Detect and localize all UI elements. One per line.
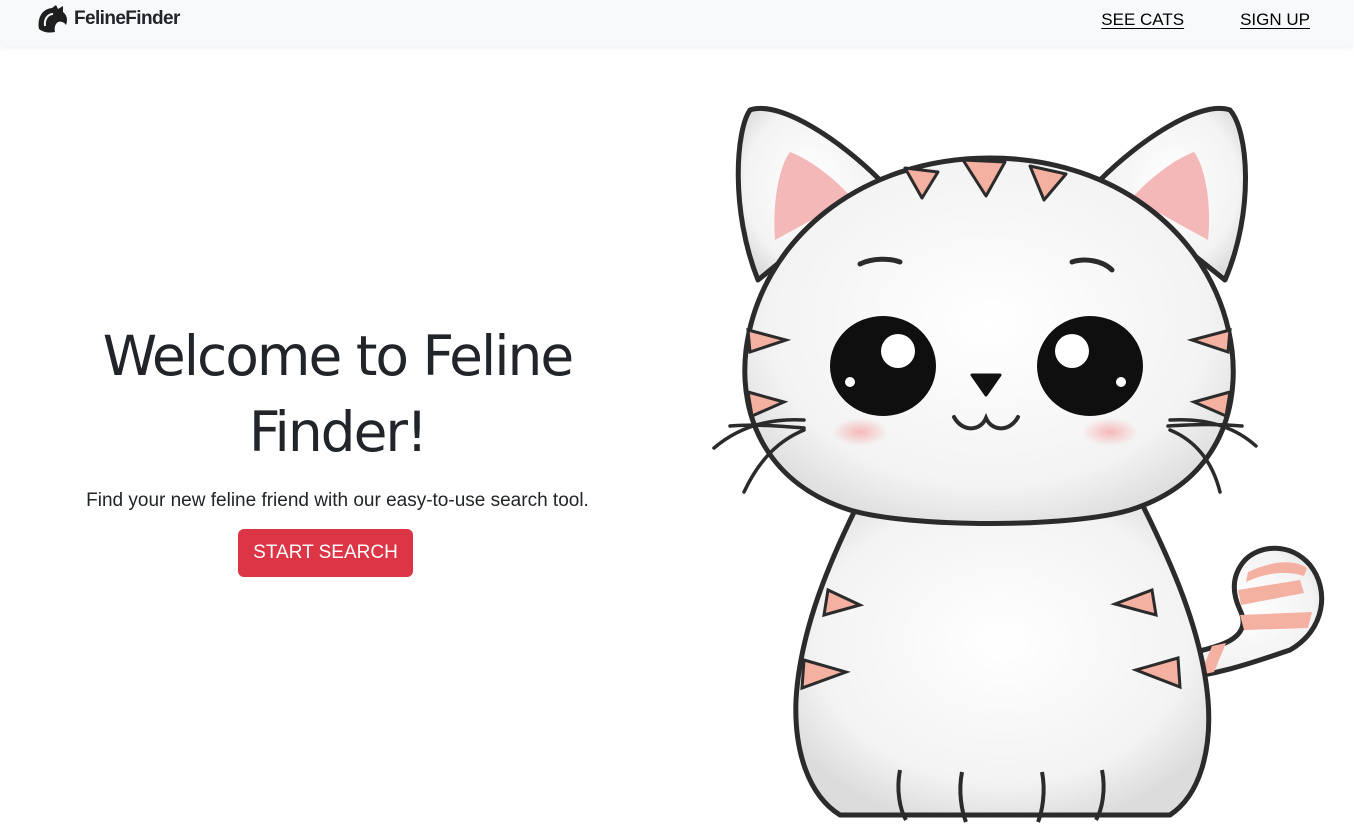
cat-silhouette-icon [38,5,67,33]
nav-links: SEE CATS SIGN UP [1101,10,1310,30]
hero-title: Welcome to Feline Finder! [102,324,575,464]
brand-logo-link[interactable]: FelineFinder [36,4,180,34]
cartoon-kitten-illustration [700,90,1340,827]
nav-link-sign-up[interactable]: SIGN UP [1240,10,1310,30]
top-navbar: FelineFinder SEE CATS SIGN UP [0,0,1354,46]
nav-link-see-cats[interactable]: SEE CATS [1101,10,1184,30]
start-search-button[interactable]: START SEARCH [238,529,413,577]
hero-subtitle: Find your new feline friend with our eas… [86,490,589,511]
brand-name: FelineFinder [74,8,180,29]
hero-section: Welcome to Feline Finder! Find your new … [40,318,635,512]
kitten-body [793,497,1212,823]
kitten-svg [712,106,1325,823]
